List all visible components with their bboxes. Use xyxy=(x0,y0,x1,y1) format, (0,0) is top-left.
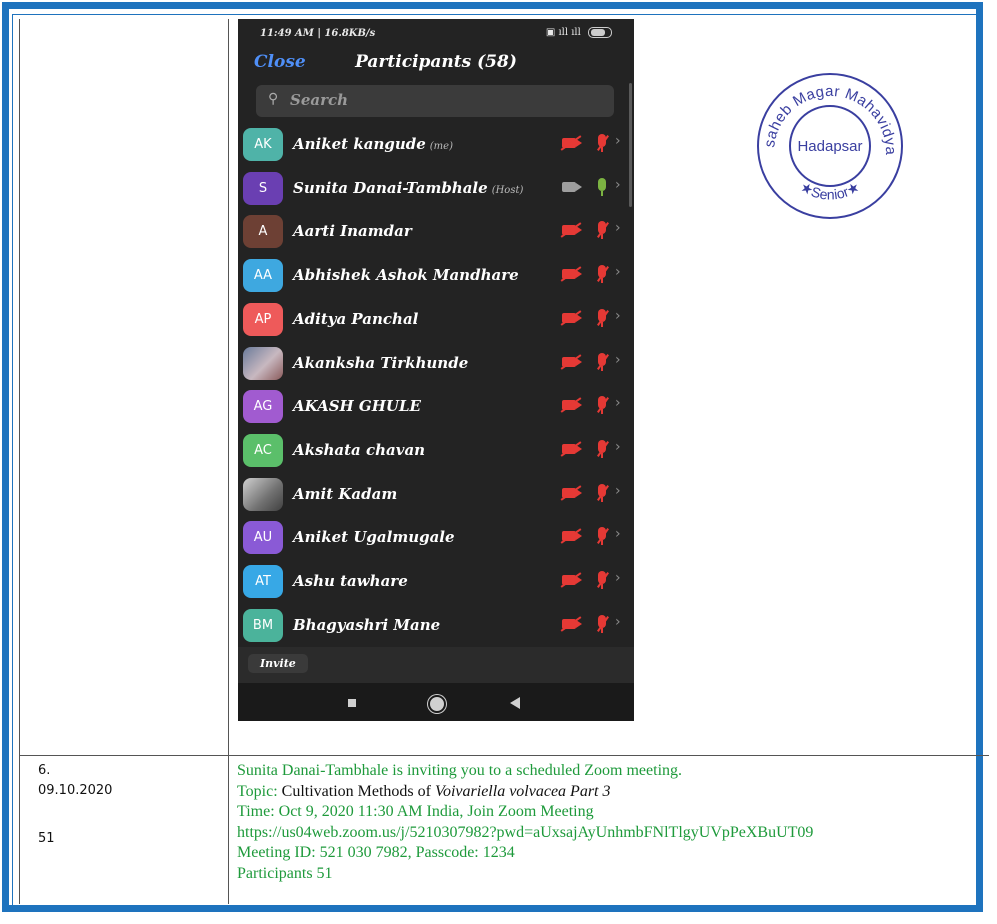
status-bar-icons: ▣ ıll ıll xyxy=(546,27,612,38)
search-input[interactable]: ⚲ Search xyxy=(256,85,614,117)
meeting-link[interactable]: https://us04web.zoom.us/j/5210307982?pwd… xyxy=(237,823,982,844)
participant-name: Ashu tawhare xyxy=(293,572,408,590)
avatar: AC xyxy=(243,433,283,467)
participant-name: Aarti Inamdar xyxy=(293,222,412,241)
participant-name: Aniket kangude (me) xyxy=(293,135,453,153)
participant-row[interactable]: Akanksha Tirkhunde › xyxy=(238,342,634,386)
avatar: AP xyxy=(243,302,283,336)
recents-icon[interactable] xyxy=(348,699,356,707)
avatar: BM xyxy=(243,608,283,642)
participant-row[interactable]: AK Aniket kangude (me) › xyxy=(238,123,634,167)
meeting-details: Sunita Danai-Tambhale is inviting you to… xyxy=(237,761,982,884)
participant-row[interactable]: A Aarti Inamdar › xyxy=(238,210,634,254)
back-icon[interactable] xyxy=(510,697,520,709)
participant-name: Amit Kadam xyxy=(293,484,398,503)
participants-line: Participants 51 xyxy=(237,864,333,882)
participant-name: Abhishek Ashok Mandhare xyxy=(293,266,519,285)
chevron-right-icon: › xyxy=(615,176,621,193)
participant-row[interactable]: AP Aditya Panchal › xyxy=(238,298,634,342)
participant-name: Aniket Ugalmugale xyxy=(293,528,455,547)
meeting-date: 09.10.2020 xyxy=(38,783,113,798)
topic-line: Topic: Cultivation Methods of Voivariell… xyxy=(237,782,611,800)
participant-name: Aditya Panchal xyxy=(293,309,419,328)
seal-center-text: Hadapsar xyxy=(797,138,862,155)
avatar xyxy=(243,477,283,511)
participant-row[interactable]: AC Akshata chavan › xyxy=(238,429,634,473)
participant-row[interactable]: AT Ashu tawhare › xyxy=(238,560,634,604)
status-bar-time: 11:49 AM | 16.8KB/s xyxy=(260,28,376,39)
avatar: A xyxy=(243,215,283,249)
chevron-right-icon: › xyxy=(615,482,621,499)
avatar: AA xyxy=(243,259,283,293)
serial-number: 6. xyxy=(38,763,51,778)
invite-button[interactable]: Invite xyxy=(248,654,308,673)
participant-count: 51 xyxy=(38,831,55,846)
participant-row[interactable]: S Sunita Danai-Tambhale (Host) › xyxy=(238,167,634,211)
bottom-toolbar: Invite xyxy=(238,647,634,683)
chevron-right-icon: › xyxy=(615,133,621,149)
seal-bottom-text: ★Senior★ xyxy=(798,178,863,202)
participant-name: Bhagyashri Mane xyxy=(293,615,441,634)
participant-row[interactable]: AU Aniket Ugalmugale › xyxy=(238,516,634,560)
video-icon xyxy=(562,181,582,192)
avatar: AG xyxy=(243,390,283,424)
participant-name: Sunita Danai-Tambhale (Host) xyxy=(293,178,524,197)
chevron-right-icon: › xyxy=(615,570,621,586)
avatar xyxy=(243,346,283,380)
participant-name: Akanksha Tirkhunde xyxy=(293,353,469,372)
participant-name: AKASH GHULE xyxy=(293,397,421,416)
participant-row[interactable]: AG AKASH GHULE › xyxy=(238,385,634,429)
participant-row[interactable]: AA Abhishek Ashok Mandhare › xyxy=(238,254,634,298)
avatar: S xyxy=(243,171,283,205)
zoom-participants-screenshot: 11:49 AM | 16.8KB/s ▣ ıll ıll Close Part… xyxy=(238,19,634,721)
participant-tag: (Host) xyxy=(491,184,524,196)
chevron-right-icon: › xyxy=(615,351,621,368)
college-seal: Annasaheb Magar Mahavidyalaya Hadapsar ★… xyxy=(752,70,903,219)
avatar: AK xyxy=(243,128,283,161)
chevron-right-icon: › xyxy=(615,438,621,455)
participant-row[interactable]: Amit Kadam › xyxy=(238,473,634,517)
battery-icon xyxy=(588,27,612,38)
avatar: AU xyxy=(243,521,283,555)
time-line: Time: Oct 9, 2020 11:30 AM India, Join Z… xyxy=(237,803,594,820)
svg-text:★Senior★: ★Senior★ xyxy=(798,178,863,202)
chevron-right-icon: › xyxy=(615,220,621,237)
invite-line: Sunita Danai-Tambhale is inviting you to… xyxy=(237,762,683,779)
chevron-right-icon: › xyxy=(615,307,621,324)
home-icon[interactable] xyxy=(428,695,446,713)
mic-icon xyxy=(598,177,606,196)
participant-row[interactable]: BM Bhagyashri Mane › xyxy=(238,604,634,648)
chevron-right-icon: › xyxy=(615,526,621,543)
search-placeholder: Search xyxy=(290,91,349,109)
participant-name: Akshata chavan xyxy=(293,440,426,459)
chevron-right-icon: › xyxy=(615,264,621,281)
meeting-id-line: Meeting ID: 521 030 7982, Passcode: 1234 xyxy=(237,844,515,861)
participants-title: Participants (58) xyxy=(355,52,517,72)
chevron-right-icon: › xyxy=(615,613,621,630)
search-icon: ⚲ xyxy=(268,91,279,107)
android-nav-bar xyxy=(238,683,634,721)
avatar: AT xyxy=(243,565,283,598)
participant-tag: (me) xyxy=(429,141,453,152)
chevron-right-icon: › xyxy=(615,395,621,412)
